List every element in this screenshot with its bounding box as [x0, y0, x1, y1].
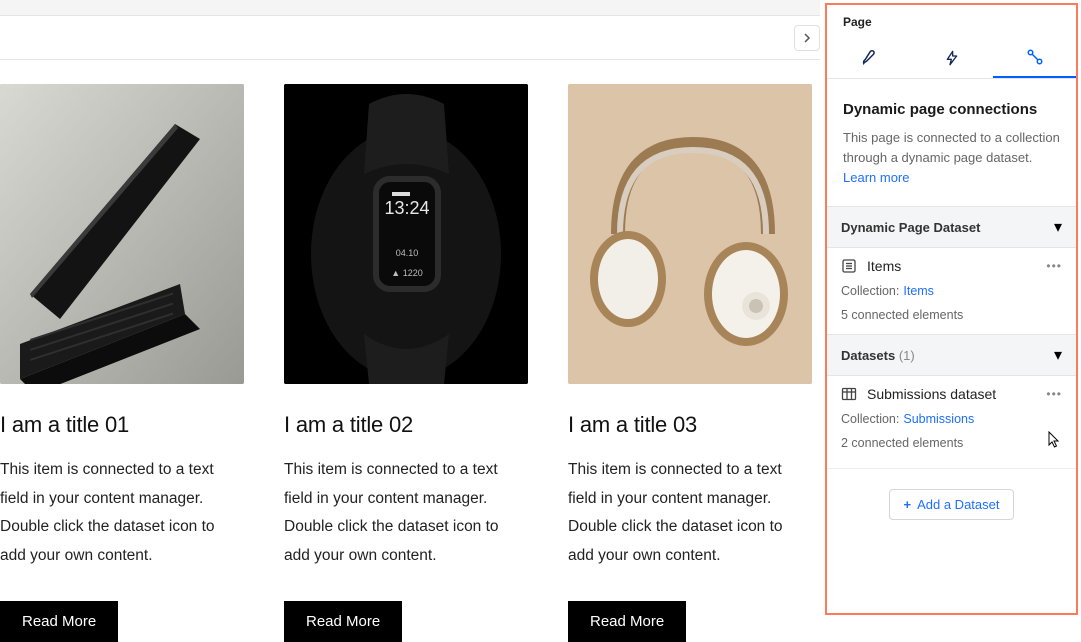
brush-icon	[860, 49, 878, 67]
caret-down-icon: ▾	[1054, 345, 1062, 365]
tab-interactions[interactable]	[910, 37, 993, 78]
svg-text:▲ 1220: ▲ 1220	[391, 268, 422, 278]
editor-canvas: I am a title 01 This item is connected t…	[0, 0, 820, 618]
card-title: I am a title 02	[284, 412, 528, 438]
card-item[interactable]: 13:24 04.10 ▲ 1220 I am a title 02 This …	[284, 84, 528, 642]
group-title-text: Datasets	[841, 348, 895, 363]
card-item[interactable]: I am a title 01 This item is connected t…	[0, 84, 244, 642]
collection-label: Collection:	[841, 412, 899, 426]
dataset-row-items[interactable]: Items •••	[827, 248, 1076, 284]
tab-design[interactable]	[827, 37, 910, 78]
plus-icon: +	[904, 497, 912, 512]
card-description: This item is connected to a text field i…	[0, 456, 244, 571]
more-icon[interactable]: •••	[1046, 259, 1062, 273]
group-title: Datasets (1)	[841, 348, 915, 363]
add-dataset-button[interactable]: + Add a Dataset	[889, 489, 1015, 520]
collection-link[interactable]: Items	[903, 284, 934, 298]
connections-icon	[1026, 48, 1044, 66]
card-image	[568, 84, 812, 384]
section-description-text: This page is connected to a collection t…	[843, 130, 1060, 165]
collection-label: Collection:	[841, 284, 899, 298]
read-more-button[interactable]: Read More	[0, 601, 118, 642]
canvas-toolbar	[0, 16, 820, 60]
add-dataset-label: Add a Dataset	[917, 497, 999, 512]
card-item[interactable]: I am a title 03 This item is connected t…	[568, 84, 812, 642]
lightning-icon	[944, 50, 960, 66]
card-image: 13:24 04.10 ▲ 1220	[284, 84, 528, 384]
read-more-button[interactable]: Read More	[284, 601, 402, 642]
panel-tabs	[827, 37, 1076, 79]
read-more-button[interactable]: Read More	[568, 601, 686, 642]
dataset-name: Submissions dataset	[867, 386, 996, 402]
group-title: Dynamic Page Dataset	[841, 220, 980, 235]
dataset-collection: Collection: Submissions	[827, 412, 1076, 432]
card-description: This item is connected to a text field i…	[568, 456, 812, 571]
caret-down-icon: ▾	[1054, 217, 1062, 237]
expand-panel-button[interactable]	[794, 25, 820, 51]
repeater-grid: I am a title 01 This item is connected t…	[0, 60, 820, 642]
svg-text:04.10: 04.10	[396, 248, 419, 258]
card-image	[0, 84, 244, 384]
chevron-right-icon	[802, 33, 812, 43]
section-title: Dynamic page connections	[827, 79, 1076, 128]
canvas-topstrip	[0, 0, 820, 16]
table-icon	[841, 386, 857, 402]
connected-elements-count: 5 connected elements	[827, 304, 1076, 334]
dataset-icon	[841, 258, 857, 274]
more-icon[interactable]: •••	[1046, 387, 1062, 401]
tab-connections[interactable]	[993, 37, 1076, 78]
collection-link[interactable]: Submissions	[903, 412, 974, 426]
card-title: I am a title 01	[0, 412, 244, 438]
group-dynamic-page-dataset[interactable]: Dynamic Page Dataset ▾	[827, 206, 1076, 248]
dataset-name: Items	[867, 258, 901, 274]
group-datasets[interactable]: Datasets (1) ▾	[827, 334, 1076, 376]
panel-header: Page	[827, 5, 1076, 37]
section-description: This page is connected to a collection t…	[827, 128, 1076, 206]
learn-more-link[interactable]: Learn more	[843, 170, 909, 185]
card-title: I am a title 03	[568, 412, 812, 438]
dataset-collection: Collection: Items	[827, 284, 1076, 304]
card-description: This item is connected to a text field i…	[284, 456, 528, 571]
inspector-panel: Page Dynamic page connections This page …	[825, 3, 1078, 615]
svg-text:13:24: 13:24	[384, 198, 429, 218]
dataset-row-submissions[interactable]: Submissions dataset •••	[827, 376, 1076, 412]
group-count: (1)	[899, 348, 915, 363]
connected-elements-count: 2 connected elements	[827, 432, 1076, 462]
